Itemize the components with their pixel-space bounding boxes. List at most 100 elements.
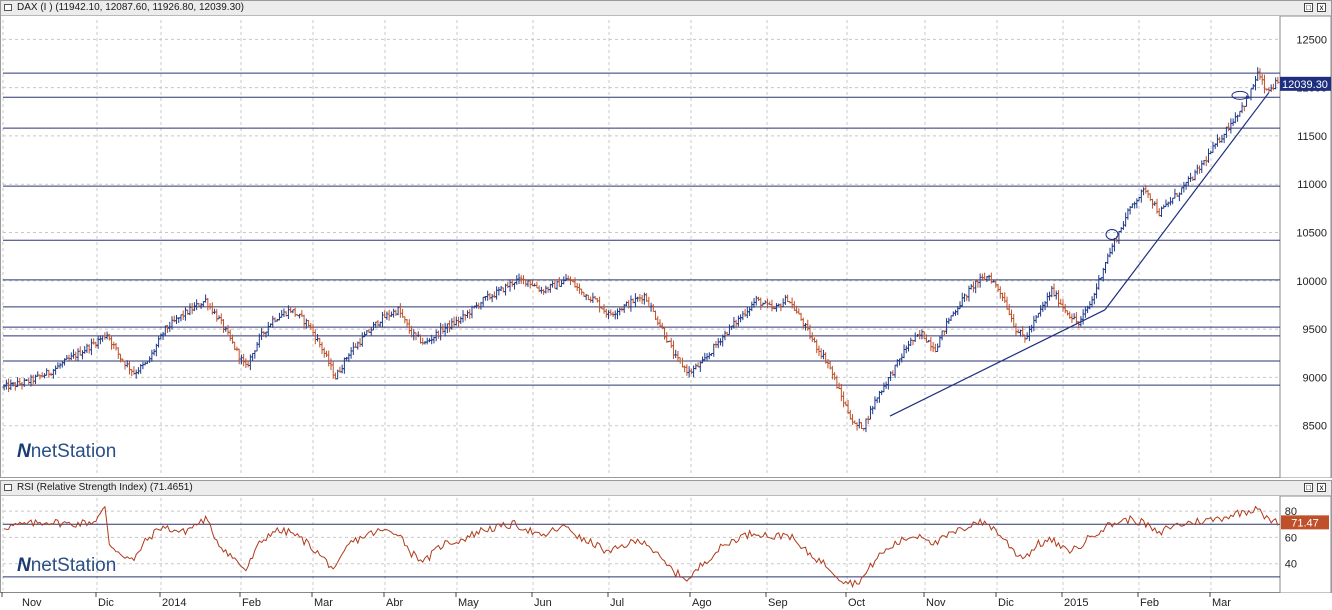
ohlc-bar <box>71 349 76 359</box>
ohlc-bar <box>1168 197 1173 206</box>
ohlc-bar <box>535 281 539 289</box>
ohlc-bar <box>674 349 678 359</box>
ohlc-bar <box>18 377 22 386</box>
ohlc-bar <box>109 335 114 350</box>
annotation-ellipse <box>1105 228 1119 240</box>
ohlc-bar <box>1054 290 1058 300</box>
ohlc-bar <box>443 322 447 337</box>
x-tick-label: 2014 <box>162 597 186 609</box>
close-button[interactable]: x <box>1317 3 1326 12</box>
ohlc-bar <box>54 365 58 375</box>
ohlc-bar <box>78 346 82 356</box>
ohlc-bar <box>958 301 962 310</box>
minimize-button[interactable]: □ <box>1304 3 1313 12</box>
ohlc-bar <box>31 374 35 386</box>
ohlc-bar <box>1258 68 1262 80</box>
ohlc-bar <box>495 286 499 300</box>
ohlc-bar <box>203 294 208 303</box>
ohlc-bar <box>976 279 980 288</box>
ohlc-bar <box>783 294 787 305</box>
ohlc-bar <box>694 363 698 370</box>
ohlc-bar <box>716 338 720 349</box>
ohlc-bar <box>448 320 452 333</box>
ohlc-bar <box>1119 227 1123 233</box>
ohlc-bar <box>750 301 754 312</box>
ohlc-bar <box>897 358 902 366</box>
ohlc-bar <box>1229 118 1233 134</box>
ohlc-bar <box>573 277 577 288</box>
rsi-panel-title: RSI (Relative Strength Index) (71.4651) <box>17 482 193 493</box>
ohlc-bar <box>904 345 908 354</box>
minimize-button[interactable]: □ <box>1304 483 1313 492</box>
ohlc-bar <box>271 315 275 328</box>
rsi-panel: RSI (Relative Strength Index) (71.4651) … <box>0 480 1332 593</box>
ohlc-bar <box>949 315 953 321</box>
ohlc-bar <box>1059 298 1063 305</box>
y-tick-label: 8500 <box>1303 421 1327 433</box>
ohlc-bar <box>322 347 326 358</box>
ohlc-bar <box>595 297 599 303</box>
annotation-ellipse <box>1231 90 1249 100</box>
rsi-last-value-label: 71.47 <box>1291 517 1319 529</box>
ohlc-bar <box>499 285 503 292</box>
y-tick-label: 9500 <box>1303 324 1327 336</box>
ohlc-bar <box>156 335 161 348</box>
ohlc-bar <box>394 309 398 316</box>
ohlc-bar <box>1061 299 1065 312</box>
ohlc-bar <box>848 409 852 420</box>
ohlc-bar <box>875 397 879 404</box>
ohlc-bar <box>264 331 268 338</box>
ohlc-bar <box>1036 312 1040 318</box>
ohlc-bar <box>920 329 924 340</box>
ohlc-bar <box>692 365 696 378</box>
ohlc-bar <box>1050 285 1054 298</box>
ohlc-bar <box>327 350 331 367</box>
ohlc-bar <box>913 332 917 342</box>
ohlc-bar <box>947 317 951 325</box>
ohlc-bar <box>609 309 613 316</box>
ohlc-bar <box>662 326 667 340</box>
ohlc-bar <box>183 307 188 321</box>
ohlc-bar <box>629 295 633 312</box>
ohlc-bar <box>277 312 282 321</box>
ohlc-bar <box>956 306 960 316</box>
ohlc-bar <box>259 328 264 341</box>
ohlc-bar <box>671 340 676 360</box>
ohlc-bar <box>1242 105 1246 112</box>
x-tick-label: Sep <box>768 597 788 609</box>
ohlc-bar <box>703 352 707 361</box>
ohlc-bar <box>452 316 456 328</box>
y-tick-label: 10500 <box>1296 228 1327 240</box>
rsi-y-tick-label: 60 <box>1285 532 1297 544</box>
ohlc-bar <box>819 348 823 359</box>
ohlc-bar <box>174 314 179 325</box>
ohlc-bar <box>459 316 463 324</box>
ohlc-bar <box>815 339 819 354</box>
ohlc-bar <box>481 296 485 307</box>
ohlc-bar <box>1072 313 1076 320</box>
price-chart[interactable]: 8500900095001000010500110001150012000125… <box>1 16 1331 478</box>
ohlc-bar <box>960 292 964 308</box>
ohlc-bar <box>1253 76 1258 91</box>
ohlc-bar <box>1094 283 1099 299</box>
ohlc-bar <box>181 310 185 320</box>
price-panel: DAX (I ) (11942.10, 12087.60, 11926.80, … <box>0 0 1332 478</box>
ohlc-bar <box>228 329 232 341</box>
ohlc-bar <box>465 310 470 319</box>
ohlc-bar <box>1238 110 1242 117</box>
ohlc-bar <box>56 362 60 369</box>
ohlc-bar <box>351 342 355 356</box>
ohlc-bar <box>407 319 411 334</box>
ohlc-bar <box>770 299 774 312</box>
ohlc-bar <box>998 286 1002 299</box>
ohlc-bar <box>67 354 71 361</box>
ohlc-bar <box>687 366 691 378</box>
rsi-chart[interactable]: 40608071.47 <box>1 496 1331 593</box>
ohlc-bar <box>557 277 561 287</box>
ohlc-bar <box>405 319 409 327</box>
ohlc-bar <box>60 361 64 368</box>
ohlc-bar <box>282 308 286 317</box>
ohlc-bar <box>953 309 958 316</box>
close-button[interactable]: x <box>1317 483 1326 492</box>
ohlc-bar <box>1206 148 1211 163</box>
